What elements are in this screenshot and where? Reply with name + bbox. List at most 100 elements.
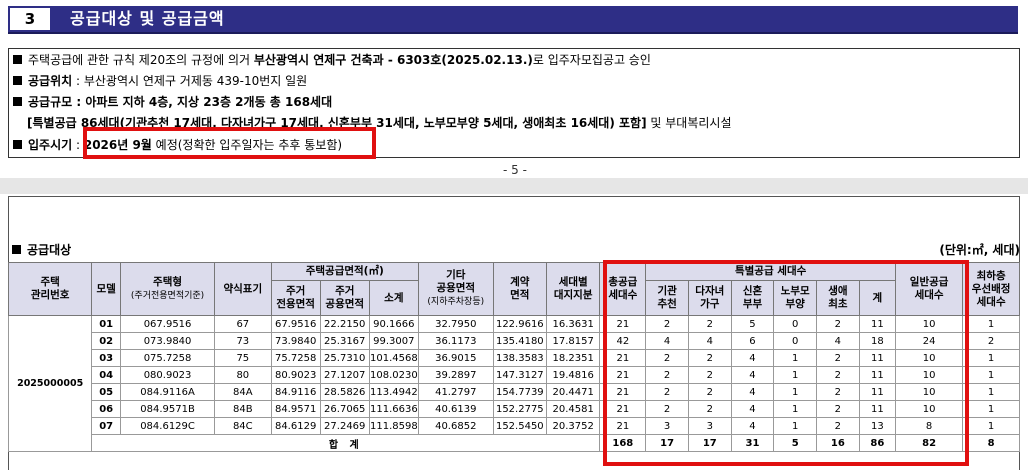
table-cell: 80 (214, 366, 272, 384)
scale-label: 공급규모 (28, 95, 73, 109)
table-cell: 108.0230 (368, 366, 419, 384)
table-cell: 111.8598 (368, 417, 419, 435)
highlight-box-move-in (83, 127, 376, 159)
header-short-label: 약식표기 (214, 262, 272, 316)
page-number: - 5 - (503, 163, 527, 177)
table-cell: 80.9023 (270, 366, 321, 384)
table-cell: 90.1666 (368, 315, 419, 333)
move-in-label: 입주시기 (28, 138, 73, 152)
table-cell: 084.9571B (120, 400, 216, 418)
table-cell: 1 (962, 349, 1020, 367)
header-contract-area: 계약 면적 (492, 262, 548, 316)
header-common-area: 주거 공용면적 (319, 280, 370, 316)
table-cell: 75.7258 (270, 349, 321, 367)
table-cell: 84.9116 (270, 383, 321, 401)
bullet-square-icon (12, 245, 21, 254)
table-cell: 20.4581 (545, 400, 601, 418)
table-cell: 073.9840 (120, 332, 216, 350)
table-cell: 84A (214, 383, 272, 401)
table-cell: 084.9116A (120, 383, 216, 401)
table-cell: 1 (962, 315, 1020, 333)
section-number: 3 (8, 6, 52, 32)
table-cell: 36.9015 (417, 349, 494, 367)
table-cell: 32.7950 (417, 315, 494, 333)
table-cell: 18.2351 (545, 349, 601, 367)
table-cell: 122.9616 (492, 315, 548, 333)
table-cell: 1 (962, 400, 1020, 418)
header-land-share: 세대별 대지지분 (545, 262, 601, 316)
table-cell: 73.9840 (270, 332, 321, 350)
section-title: 공급대상 및 공급금액 (70, 9, 225, 28)
table-cell: 101.4568 (368, 349, 419, 367)
table-cell: 99.3007 (368, 332, 419, 350)
table-cell: 07 (91, 417, 122, 435)
table-cell: 075.7258 (120, 349, 216, 367)
header-other-common: 기타 공용면적 (지하주차장등) (417, 262, 494, 316)
table-cell: 01 (91, 315, 122, 333)
table-cell: 28.5826 (319, 383, 370, 401)
table-cell: 36.1173 (417, 332, 494, 350)
table-cell: 084.6129C (120, 417, 216, 435)
table-cell: 152.5450 (492, 417, 548, 435)
table-cell: 147.3127 (492, 366, 548, 384)
special-supply-suffix: 및 부대복리시설 (646, 116, 732, 130)
table-cell: 16.3631 (545, 315, 601, 333)
section-header: 3 공급대상 및 공급금액 (8, 6, 1018, 34)
location-label: 공급위치 (28, 74, 73, 88)
header-subtotal: 소계 (368, 280, 419, 316)
approval-text: 주택공급에 관한 규칙 제20조의 규정에 의거 (28, 53, 254, 67)
table-cell: 75 (214, 349, 272, 367)
table-cell: 20.3752 (545, 417, 601, 435)
supply-title: 공급대상 (12, 241, 71, 258)
highlight-box-units (603, 260, 969, 466)
bullet-square-icon (13, 55, 22, 64)
table-cell: 84C (214, 417, 272, 435)
table-cell: 27.2469 (319, 417, 370, 435)
supply-title-text: 공급대상 (27, 243, 72, 257)
table-cell: 25.7310 (319, 349, 370, 367)
table-cell: 84.6129 (270, 417, 321, 435)
page-break (0, 178, 1028, 194)
table-cell: 17.8157 (545, 332, 601, 350)
table-cell: 25.3167 (319, 332, 370, 350)
table-cell: 67.9516 (270, 315, 321, 333)
scale-line: 공급규모 : 아파트 지하 4층, 지상 23층 2개동 총 168세대 (13, 94, 332, 110)
table-cell: 06 (91, 400, 122, 418)
table-cell: 1 (962, 417, 1020, 435)
approval-number: 부산광역시 연제구 건축과 - 6303호(2025.02.13.) (253, 53, 533, 67)
unit-label: (단위:㎡, 세대) (939, 243, 1020, 257)
location-value: : 부산광역시 연제구 거제동 439-10번지 일원 (72, 74, 308, 88)
location-line: 공급위치 : 부산광역시 연제구 거제동 439-10번지 일원 (13, 73, 307, 89)
table-cell: 111.6636 (368, 400, 419, 418)
table-cell: 03 (91, 349, 122, 367)
header-supply-area: 주택공급면적(㎡) (270, 262, 419, 281)
table-cell: 19.4816 (545, 366, 601, 384)
table-cell: 154.7739 (492, 383, 548, 401)
table-cell: 40.6139 (417, 400, 494, 418)
total-cell: 8 (962, 434, 1020, 452)
approval-suffix: 로 입주자모집공고 승인 (532, 53, 651, 67)
table-cell: 84.9571 (270, 400, 321, 418)
table-cell: 41.2797 (417, 383, 494, 401)
header-model: 모델 (91, 262, 122, 316)
table-cell: 22.2150 (319, 315, 370, 333)
bullet-square-icon (13, 140, 22, 149)
table-cell: 2 (962, 332, 1020, 350)
table-cell: 20.4471 (545, 383, 601, 401)
header-housing-type: 주택형 (주거전용면적기준) (120, 262, 216, 316)
table-cell: 1 (962, 383, 1020, 401)
table-cell: 73 (214, 332, 272, 350)
bullet-square-icon (13, 76, 22, 85)
total-label: 합 계 (91, 434, 601, 452)
table-cell: 26.7065 (319, 400, 370, 418)
table-cell: 67 (214, 315, 272, 333)
table-cell: 27.1207 (319, 366, 370, 384)
table-cell: 04 (91, 366, 122, 384)
table-cell: 080.9023 (120, 366, 216, 384)
table-cell: 05 (91, 383, 122, 401)
table-cell: 152.2775 (492, 400, 548, 418)
header-exclusive-area: 주거 전용면적 (270, 280, 321, 316)
table-cell: 138.3583 (492, 349, 548, 367)
table-cell: 40.6852 (417, 417, 494, 435)
approval-line: 주택공급에 관한 규칙 제20조의 규정에 의거 부산광역시 연제구 건축과 -… (13, 52, 651, 68)
